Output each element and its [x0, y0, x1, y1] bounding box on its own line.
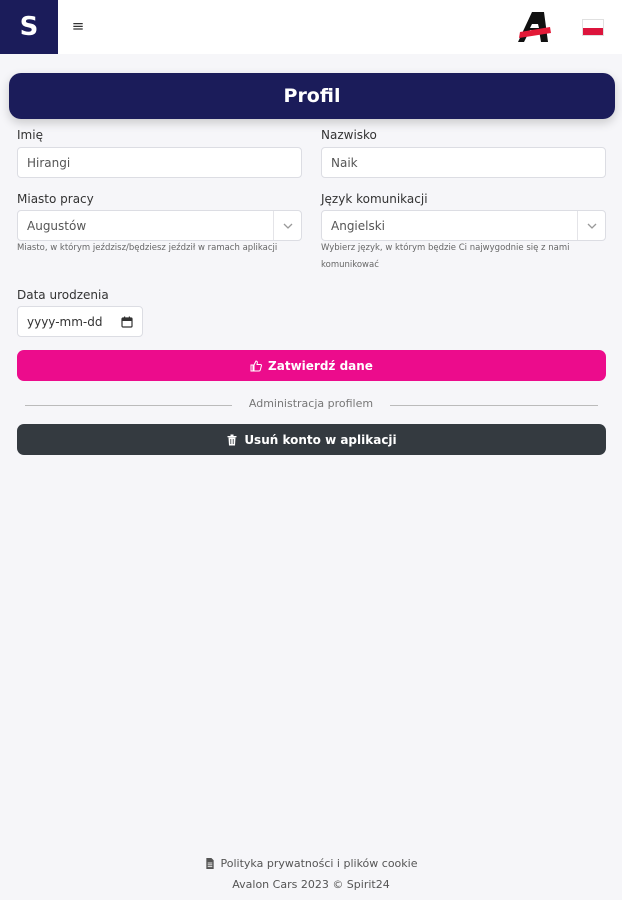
page-title-bar: Profil — [9, 73, 615, 119]
last-name-input[interactable] — [321, 147, 606, 178]
privacy-policy-label: Polityka prywatności i plików cookie — [220, 857, 418, 870]
chevron-down-icon — [577, 211, 605, 240]
trash-icon — [227, 434, 237, 445]
profile-admin-divider: Administracja profilem — [248, 397, 374, 410]
thumbs-up-icon — [250, 359, 262, 371]
birth-date-label: Data urodzenia — [17, 288, 109, 302]
language-hint: Wybierz język, w którym będzie Ci najwyg… — [321, 240, 611, 274]
chevron-down-icon — [273, 211, 301, 240]
city-hint: Miasto, w którym jeździsz/będziesz jeźdz… — [17, 243, 278, 253]
calendar-icon[interactable] — [121, 316, 133, 328]
language-hint-line2: komunikować — [321, 260, 379, 270]
confirm-data-label: Zatwierdź dane — [268, 358, 373, 373]
first-name-label: Imię — [17, 128, 43, 142]
avalon-logo-icon — [518, 12, 551, 42]
language-select[interactable]: Angielski — [321, 210, 606, 241]
copyright-text: Avalon Cars 2023 © Spirit24 — [232, 878, 390, 891]
document-icon — [205, 858, 214, 869]
delete-account-label: Usuń konto w aplikacji — [244, 432, 397, 447]
delete-account-button[interactable]: Usuń konto w aplikacji — [17, 424, 606, 455]
language-label: Język komunikacji — [321, 192, 428, 206]
page-title: Profil — [283, 85, 341, 107]
confirm-data-button[interactable]: Zatwierdź dane — [17, 350, 606, 381]
poland-flag-icon[interactable] — [582, 19, 604, 36]
app-logo[interactable]: S — [0, 0, 58, 54]
last-name-label: Nazwisko — [321, 128, 377, 142]
city-select[interactable]: Augustów — [17, 210, 302, 241]
divider-line-left — [25, 405, 232, 406]
city-label: Miasto pracy — [17, 192, 94, 206]
divider-line-right — [390, 405, 598, 406]
app-logo-letter: S — [19, 12, 39, 42]
top-bar: S ≡ — [0, 0, 622, 54]
language-hint-line1: Wybierz język, w którym będzie Ci najwyg… — [321, 243, 570, 253]
birth-date-input[interactable]: yyyy-mm-dd — [17, 306, 143, 337]
first-name-input[interactable] — [17, 147, 302, 178]
birth-date-placeholder: yyyy-mm-dd — [27, 314, 103, 329]
privacy-policy-link[interactable]: Polityka prywatności i plików cookie — [0, 857, 622, 870]
language-select-value: Angielski — [331, 218, 386, 233]
city-select-value: Augustów — [27, 218, 87, 233]
hamburger-icon[interactable]: ≡ — [70, 14, 86, 38]
